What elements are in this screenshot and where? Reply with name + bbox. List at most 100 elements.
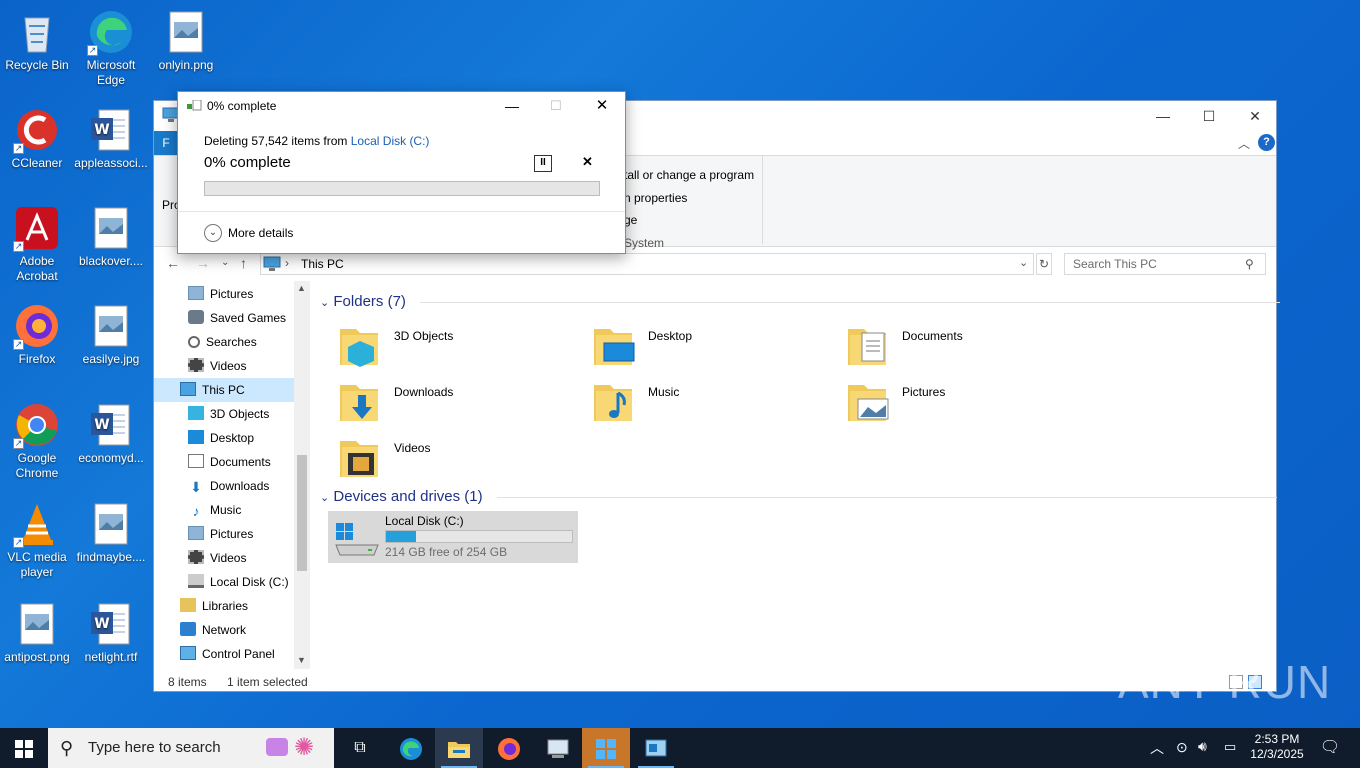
maximize-button[interactable]: ☐: [1186, 101, 1232, 131]
saved-games-icon: [188, 310, 204, 324]
back-arrow-icon[interactable]: ←: [166, 255, 180, 271]
minimize-button[interactable]: —: [1140, 101, 1186, 131]
svg-text:W: W: [94, 122, 109, 138]
desktop-icon-vlc[interactable]: ↗ VLC media player: [0, 500, 74, 580]
taskbar-control-panel-icon[interactable]: [534, 728, 582, 768]
cancel-operation-button[interactable]: ✕: [582, 154, 593, 170]
start-button[interactable]: [0, 728, 48, 768]
nav-item-network[interactable]: Network: [180, 618, 246, 642]
desktop-icon-findmaybe[interactable]: findmaybe....: [74, 500, 148, 565]
nav-item-3d-objects[interactable]: 3D Objects: [188, 402, 269, 426]
taskbar-firefox-icon[interactable]: [485, 728, 533, 768]
desktop-icon-appleassoci[interactable]: W appleassoci...: [74, 106, 148, 171]
source-location-link[interactable]: Local Disk (C:): [351, 134, 430, 148]
ribbon-system-properties[interactable]: n properties: [624, 187, 754, 210]
volume-icon[interactable]: 🔊︎: [1198, 738, 1207, 755]
desktop-icon: [188, 430, 204, 444]
nav-item-documents[interactable]: Documents: [188, 450, 271, 474]
more-details-button[interactable]: More details: [228, 226, 293, 240]
breadcrumb-this-pc[interactable]: This PC: [301, 257, 344, 271]
scroll-down-icon[interactable]: ▼: [297, 655, 306, 665]
searches-icon: [188, 336, 200, 348]
expand-details-icon[interactable]: ⌄: [204, 224, 222, 242]
nav-item-searches[interactable]: Searches: [188, 330, 257, 354]
show-hidden-icons-chevron-icon[interactable]: ︿: [1150, 738, 1164, 758]
ribbon-uninstall-program[interactable]: tall or change a program: [624, 164, 754, 187]
task-view-icon[interactable]: ⧉: [336, 728, 384, 768]
desktop-icon-blackover[interactable]: blackover....: [74, 204, 148, 269]
nav-item-libraries[interactable]: Libraries: [180, 594, 248, 618]
taskbar-installer-icon[interactable]: [582, 728, 630, 768]
collapse-ribbon-icon[interactable]: ︿: [1238, 135, 1250, 152]
desktop-icon-antipost[interactable]: antipost.png: [0, 600, 74, 665]
scroll-up-icon[interactable]: ▲: [297, 283, 306, 293]
taskbar-search-input[interactable]: ⚲ Type here to search ✺: [48, 728, 334, 768]
taskbar-system-properties-icon[interactable]: [632, 728, 680, 768]
recent-locations-icon[interactable]: ⌄: [221, 257, 229, 268]
drive-local-disk-c[interactable]: Local Disk (C:) 214 GB free of 254 GB: [328, 511, 578, 563]
desktop-icon-economyd[interactable]: W economyd...: [74, 401, 148, 466]
desktop-icon-firefox[interactable]: ↗ Firefox: [0, 302, 74, 367]
nav-item-videos-2[interactable]: Videos: [188, 546, 246, 570]
folder-downloads[interactable]: Downloads: [338, 377, 588, 429]
scroll-thumb[interactable]: [297, 455, 307, 571]
group-divider: [420, 301, 1281, 303]
help-icon[interactable]: ?: [1258, 134, 1275, 151]
desktop-icon-edge[interactable]: ↗ Microsoft Edge: [74, 8, 148, 88]
address-bar[interactable]: › This PC ⌄: [260, 253, 1034, 275]
desktop-icon-recycle-bin[interactable]: Recycle Bin: [0, 8, 74, 73]
word-doc-icon: W: [87, 106, 135, 154]
desktop-icon-netlight[interactable]: W netlight.rtf: [74, 600, 148, 665]
status-item-count: 8 items: [168, 675, 207, 689]
forward-arrow-icon[interactable]: →: [196, 255, 210, 271]
nav-item-this-pc[interactable]: This PC: [154, 378, 294, 402]
nav-item-downloads[interactable]: ⬇ Downloads: [188, 474, 269, 498]
percent-complete: 0% complete: [204, 154, 291, 171]
nav-item-pictures[interactable]: Pictures: [188, 282, 253, 306]
nav-item-local-disk[interactable]: Local Disk (C:): [188, 570, 289, 594]
desktop-icon-acrobat[interactable]: ↗ Adobe Acrobat: [0, 204, 74, 284]
pictures-folder-icon: [846, 377, 894, 425]
up-arrow-icon[interactable]: ↑: [240, 255, 247, 271]
dialog-close-button[interactable]: ✕: [578, 92, 626, 120]
chrome-icon: ↗: [13, 401, 61, 449]
desktop-icon-label: economyd...: [78, 451, 144, 465]
folder-3d-objects[interactable]: 3D Objects: [338, 321, 588, 373]
nav-item-videos[interactable]: Videos: [188, 354, 246, 378]
nav-scrollbar[interactable]: ▲ ▼: [294, 281, 310, 669]
nav-item-pictures-2[interactable]: Pictures: [188, 522, 253, 546]
folder-documents[interactable]: Documents: [846, 321, 1096, 373]
nav-item-saved-games[interactable]: Saved Games: [188, 306, 286, 330]
desktop-icon-chrome[interactable]: ↗ Google Chrome: [0, 401, 74, 481]
folder-videos[interactable]: Videos: [338, 433, 588, 485]
nav-item-control-panel[interactable]: Control Panel: [180, 642, 275, 666]
nav-item-music[interactable]: ♪ Music: [188, 498, 242, 522]
dialog-minimize-button[interactable]: —: [490, 92, 534, 120]
folders-group-header[interactable]: ⌄ Folders (7): [320, 293, 1281, 310]
folder-pictures[interactable]: Pictures: [846, 377, 1096, 429]
breadcrumb-chevron-icon[interactable]: ›: [285, 256, 289, 270]
desktop-icon-easilye[interactable]: easilye.jpg: [74, 302, 148, 367]
music-folder-icon: [592, 377, 640, 425]
taskbar-file-explorer-icon[interactable]: [435, 728, 483, 768]
nav-item-desktop[interactable]: Desktop: [188, 426, 254, 450]
folder-music[interactable]: Music: [592, 377, 842, 429]
folder-desktop[interactable]: Desktop: [592, 321, 842, 373]
pause-button[interactable]: II: [534, 155, 552, 172]
devices-group-header[interactable]: ⌄ Devices and drives (1): [320, 488, 1277, 505]
desktop-icon-label: easilye.jpg: [82, 352, 140, 366]
clock[interactable]: 2:53 PM 12/3/2025: [1242, 728, 1312, 768]
refresh-icon[interactable]: ↻: [1036, 253, 1052, 275]
file-tab[interactable]: F: [154, 131, 178, 155]
notification-area-icon[interactable]: ▭: [1224, 739, 1236, 755]
desktop-icon-ccleaner[interactable]: ↗ CCleaner: [0, 106, 74, 171]
image-file-icon: [162, 8, 210, 56]
desktop-icon-onlyin[interactable]: onlyin.png: [149, 8, 223, 73]
taskbar-edge-icon[interactable]: [387, 728, 435, 768]
action-center-icon[interactable]: 🗨︎: [1306, 728, 1354, 768]
address-dropdown-icon[interactable]: ⌄: [1019, 256, 1028, 269]
close-button[interactable]: ✕: [1232, 101, 1278, 131]
ribbon-manage[interactable]: ge: [624, 209, 754, 232]
network-status-icon[interactable]: ⊙: [1176, 739, 1188, 756]
search-input[interactable]: Search This PC ⚲: [1064, 253, 1266, 275]
